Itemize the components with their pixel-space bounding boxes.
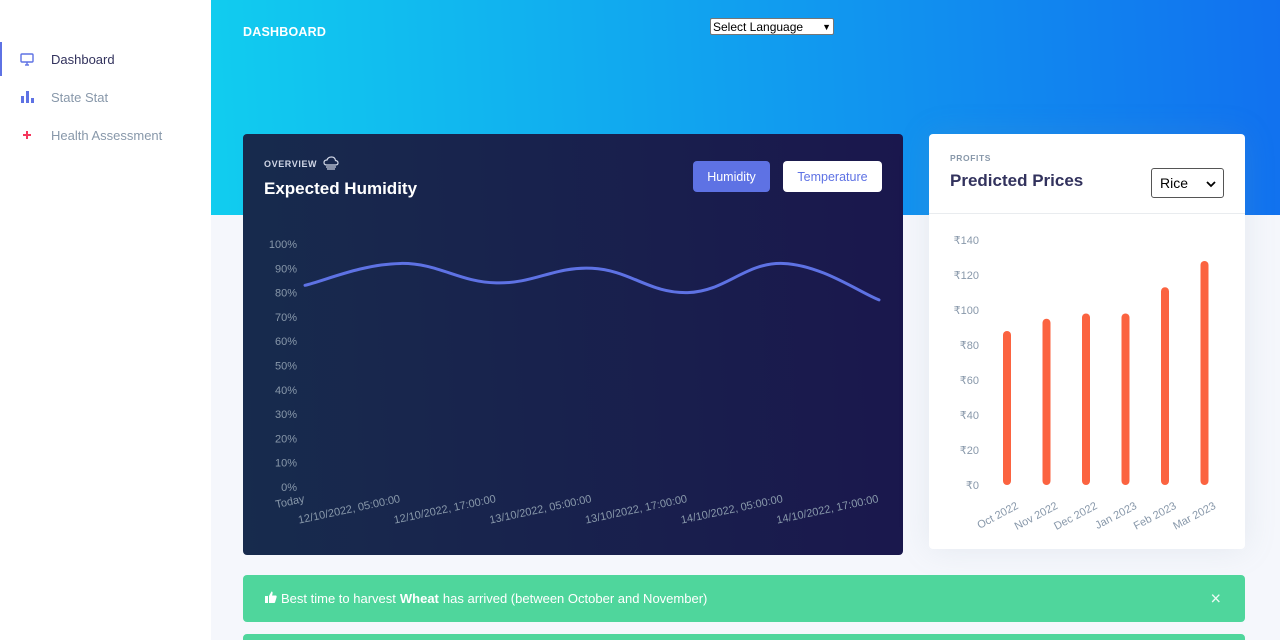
temperature-button[interactable]: Temperature [783,161,882,192]
y-tick-label: 10% [275,458,297,470]
sidebar-item-state-stat[interactable]: State Stat [0,80,211,114]
x-tick-label: Dec 2022 [1052,500,1099,533]
prices-card: PROFITS Predicted Prices Rice ₹0 ₹20 ₹40 ₹6… [929,134,1245,549]
x-tick-label: 13/10/2022, 17:00:00 [584,493,688,526]
language-select-value: Select Language [713,19,804,34]
x-tick-label: 12/10/2022, 17:00:00 [393,493,497,526]
sidebar-item-label: Health Assessment [51,127,163,143]
sidebar-item-label: State Stat [51,89,109,105]
y-tick-label: 60% [275,336,297,348]
prices-chart: ₹0 ₹20 ₹40 ₹60 ₹80 ₹100 ₹120 ₹140 Oct 2022Nov 20… [954,235,1218,533]
humidity-overline: OVERVIEW [264,156,339,172]
y-tick-label: ₹80 [960,340,979,352]
humidity-card: 0% 10% 20% 30% 40% 50% 60% 70% 80% 90% 100% Today 12… [243,134,903,555]
x-tick-label: Feb 2023 [1132,500,1179,532]
overview-label: OVERVIEW [264,159,318,169]
price-bar [1082,313,1090,485]
x-tick-label: 13/10/2022, 05:00:00 [488,493,592,526]
y-tick-label: 0% [281,482,297,494]
price-bar [1161,287,1169,485]
y-tick-label: ₹60 [960,375,979,387]
cloud-icon [323,156,339,172]
sidebar-item-health-assessment[interactable]: Health Assessment [0,118,211,152]
bar-chart-icon [20,90,34,104]
monitor-icon [20,52,34,66]
sidebar-item-dashboard[interactable]: Dashboard [0,42,211,76]
sidebar-item-label: Dashboard [51,51,115,67]
alert-prefix: Best time to harvest [281,591,396,606]
x-tick-label: Nov 2022 [1013,500,1060,533]
y-tick-label: 70% [275,312,297,324]
harvest-alert: Best time to harvest Wheat has arrived (… [243,575,1245,622]
plus-icon [20,128,34,142]
y-tick-label: ₹120 [954,270,979,282]
y-tick-label: 50% [275,361,297,373]
y-tick-label: 100% [269,239,297,251]
thumbs-up-icon [265,591,277,606]
alert-suffix: has arrived (between October and Novembe… [442,591,708,606]
y-tick-label: ₹40 [960,410,979,422]
x-tick-label: Mar 2023 [1171,500,1218,532]
y-tick-label: ₹100 [954,305,979,317]
y-tick-label: ₹140 [954,235,979,247]
price-bar [1200,261,1209,485]
y-tick-label: 80% [275,288,297,300]
x-tick-label: 14/10/2022, 17:00:00 [775,493,879,526]
language-select[interactable]: Select Language ▼ [710,18,834,35]
price-bar [1042,318,1051,485]
sidebar: Dashboard State Stat Health Assessment [0,0,211,640]
alert-crop: Wheat [399,591,439,606]
price-bar [1121,313,1130,485]
humidity-series-line [303,261,881,302]
y-tick-label: 30% [275,409,297,421]
humidity-button[interactable]: Humidity [693,161,770,192]
x-tick-label: Jan 2023 [1093,500,1139,532]
x-tick-label: 12/10/2022, 05:00:00 [297,493,401,526]
y-tick-label: 40% [275,385,297,397]
x-tick-label: Today [274,493,306,511]
y-tick-label: 90% [275,263,297,275]
second-alert [243,634,1245,640]
y-tick-label: 20% [275,433,297,445]
close-icon[interactable]: × [1210,588,1221,609]
humidity-title: Expected Humidity [264,179,418,198]
y-tick-label: ₹20 [960,445,979,457]
price-bar [1003,331,1011,485]
y-tick-label: ₹0 [966,480,979,492]
x-tick-label: 14/10/2022, 05:00:00 [680,493,784,526]
page-title: DASHBOARD [243,25,327,39]
x-tick-label: Oct 2022 [975,500,1020,532]
chevron-down-icon: ▼ [822,21,831,32]
